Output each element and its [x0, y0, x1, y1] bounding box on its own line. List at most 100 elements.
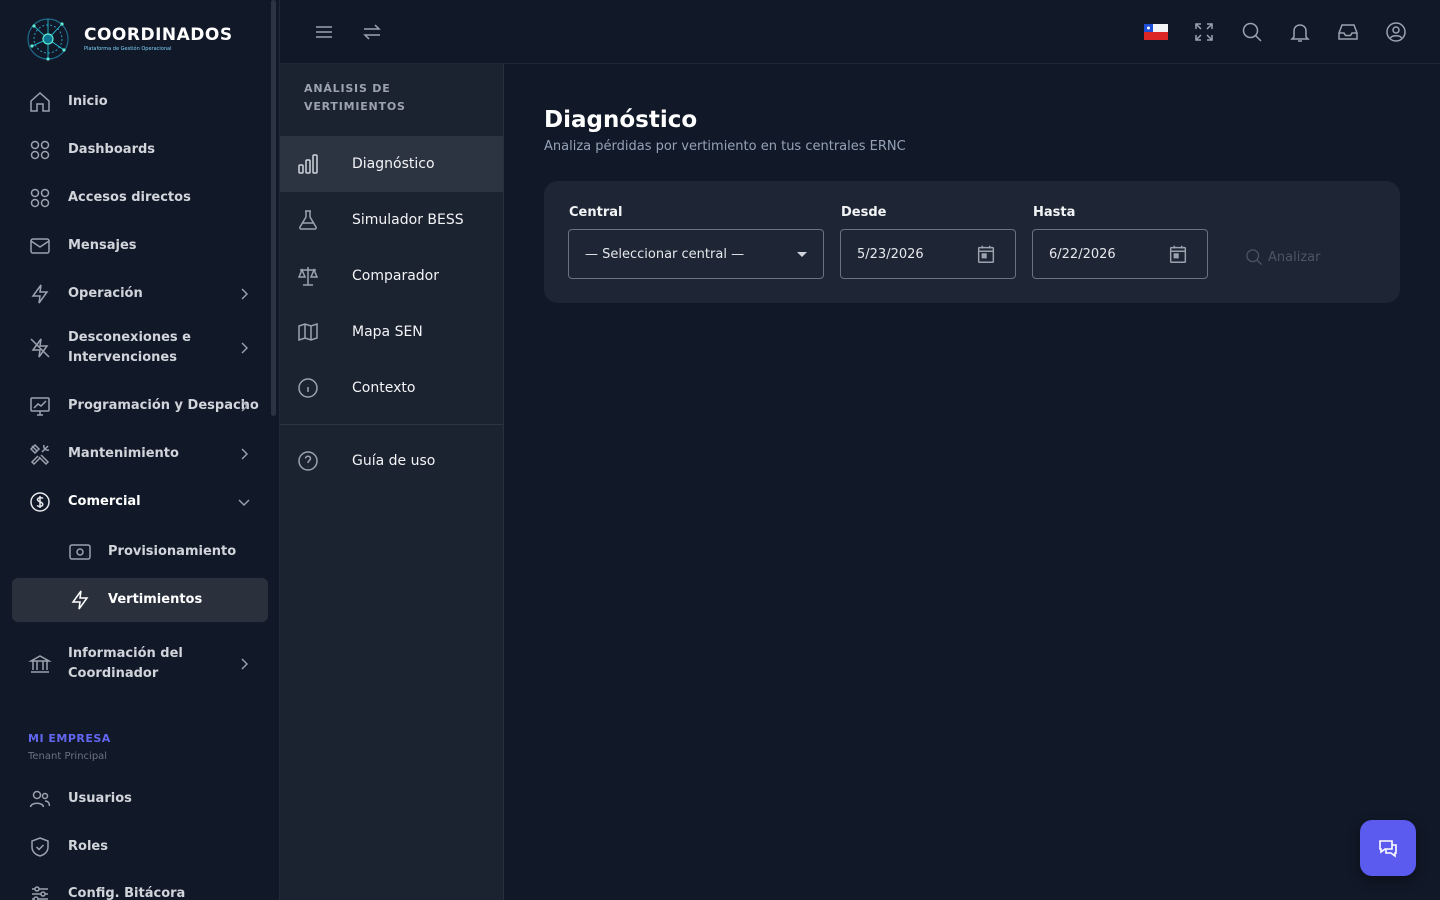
sidebar-item-label: Config. Bitácora	[68, 886, 186, 900]
central-select[interactable]: — Seleccionar central —	[568, 229, 824, 279]
chevron-right-icon	[241, 658, 248, 670]
sidebar-item-dashboards[interactable]: Dashboards	[12, 128, 268, 172]
panel-item-label: Mapa SEN	[352, 324, 423, 340]
sidebar-item-label: Usuarios	[68, 791, 132, 806]
sidebar-item-label: Inicio	[68, 94, 108, 109]
search-icon[interactable]	[1240, 20, 1264, 44]
inbox-icon[interactable]	[1336, 20, 1360, 44]
fullscreen-icon[interactable]	[1192, 20, 1216, 44]
caret-down-icon	[797, 251, 807, 257]
section-title: MI EMPRESA	[28, 732, 111, 745]
chevron-right-icon	[241, 448, 248, 460]
sidebar-item-label: Operación	[68, 286, 143, 301]
sidebar-item-desconexiones[interactable]: Desconexiones e Intervenciones	[12, 326, 268, 370]
sidebar-item-comercial[interactable]: Comercial	[12, 480, 268, 524]
chat-bubbles-icon	[1379, 840, 1397, 858]
calendar-icon[interactable]	[1167, 243, 1189, 265]
sidebar-scrollbar[interactable]	[271, 0, 276, 416]
panel-item-label: Comparador	[352, 268, 439, 284]
brand-name: COORDINADOS	[84, 25, 233, 45]
sidebar-item-label: Accesos directos	[68, 190, 191, 205]
logo-globe-icon	[27, 18, 69, 61]
sidebar-item-label: Provisionamiento	[108, 544, 237, 559]
bolt-icon	[31, 284, 49, 304]
sidebar-item-roles[interactable]: Roles	[12, 825, 268, 869]
home-icon	[30, 91, 50, 112]
grid-icon	[30, 188, 50, 208]
sidebar-item-label: Desconexiones e Intervenciones	[68, 330, 191, 365]
hasta-date-value: 6/22/2026	[1049, 246, 1116, 262]
shield-icon	[31, 837, 49, 857]
cash-icon	[69, 544, 91, 560]
analyze-button-label: Analizar	[1268, 249, 1321, 265]
search-icon	[1246, 249, 1262, 265]
panel-item-guia-de-uso[interactable]: Guía de uso	[280, 433, 503, 489]
page-title: Diagnóstico	[544, 107, 698, 133]
panel-item-diagnostico[interactable]: Diagnóstico	[280, 136, 503, 192]
hasta-date-input[interactable]: 6/22/2026	[1032, 229, 1208, 279]
panel-item-label: Guía de uso	[352, 453, 436, 469]
panel-divider	[280, 424, 503, 425]
bank-icon	[28, 655, 52, 673]
bolt-off-icon	[30, 338, 50, 358]
sidebar-item-programacion[interactable]: Programación y Despacho	[12, 384, 268, 428]
sidebar-item-label: Comercial	[68, 494, 141, 509]
chat-button[interactable]	[1360, 820, 1416, 876]
chile-flag-icon[interactable]	[1144, 20, 1168, 44]
sidebar-item-accesos-directos[interactable]: Accesos directos	[12, 176, 268, 220]
menu-icon[interactable]	[312, 20, 336, 44]
sidebar-item-vertimientos[interactable]: Vertimientos	[12, 578, 268, 622]
central-select-value: — Seleccionar central —	[585, 246, 745, 262]
chevron-right-icon	[241, 288, 248, 300]
tools-icon	[29, 443, 50, 466]
central-label: Central	[569, 205, 623, 220]
info-icon	[298, 378, 318, 398]
sidebar-item-mensajes[interactable]: Mensajes	[12, 224, 268, 268]
main-sidebar: COORDINADOS Plataforma de Gestión Operac…	[0, 0, 280, 900]
scale-icon	[297, 267, 319, 286]
users-icon	[29, 790, 51, 808]
analyze-button[interactable]: Analizar	[1244, 247, 1320, 267]
chevron-right-icon	[241, 342, 248, 354]
calendar-icon[interactable]	[975, 243, 997, 265]
sidebar-item-inicio[interactable]: Inicio	[12, 80, 268, 124]
map-icon	[298, 322, 318, 342]
topbar	[280, 0, 1440, 64]
panel-title: ANÁLISIS DE VERTIMIENTOS	[304, 82, 406, 113]
sidebar-item-label: Roles	[68, 839, 108, 854]
grid-icon	[30, 140, 50, 160]
panel-item-contexto[interactable]: Contexto	[280, 360, 503, 416]
sidebar-item-provisionamiento[interactable]: Provisionamiento	[12, 530, 268, 574]
panel-item-comparador[interactable]: Comparador	[280, 248, 503, 304]
sidebar-item-config-bitacora[interactable]: Config. Bitácora	[12, 872, 268, 900]
sidebar-item-label: Mensajes	[68, 238, 137, 253]
sidebar-item-usuarios[interactable]: Usuarios	[12, 777, 268, 821]
desde-date-input[interactable]: 5/23/2026	[840, 229, 1016, 279]
chevron-down-icon	[238, 499, 250, 506]
hasta-label: Hasta	[1033, 205, 1076, 220]
dollar-icon	[30, 492, 50, 512]
sidebar-item-label: Mantenimiento	[68, 446, 179, 461]
bolt-icon	[71, 590, 89, 610]
sidebar-item-informacion[interactable]: Información del Coordinador	[12, 642, 268, 686]
sidebar-item-label: Dashboards	[68, 142, 156, 157]
sidebar-item-label: Vertimientos	[108, 592, 203, 607]
panel-item-mapa-sen[interactable]: Mapa SEN	[280, 304, 503, 360]
bell-icon[interactable]	[1288, 20, 1312, 44]
panel-item-label: Diagnóstico	[352, 156, 435, 172]
mail-icon	[30, 238, 50, 254]
page-subtitle: Analiza pérdidas por vertimiento en tus …	[544, 139, 906, 154]
chevron-right-icon	[241, 400, 248, 412]
panel-item-label: Simulador BESS	[352, 212, 464, 228]
brand-logo[interactable]: COORDINADOS Plataforma de Gestión Operac…	[24, 14, 233, 64]
sidebar-item-operacion[interactable]: Operación	[12, 272, 268, 316]
sidebar-item-label: Información del Coordinador	[68, 646, 183, 681]
sidebar-item-mantenimiento[interactable]: Mantenimiento	[12, 432, 268, 476]
filter-card: Central — Seleccionar central — Desde 5/…	[544, 181, 1400, 303]
swap-icon[interactable]	[360, 20, 384, 44]
flask-icon	[299, 210, 317, 230]
chart-screen-icon	[30, 397, 50, 416]
user-circle-icon[interactable]	[1384, 20, 1408, 44]
desde-label: Desde	[841, 205, 887, 220]
panel-item-simulador-bess[interactable]: Simulador BESS	[280, 192, 503, 248]
